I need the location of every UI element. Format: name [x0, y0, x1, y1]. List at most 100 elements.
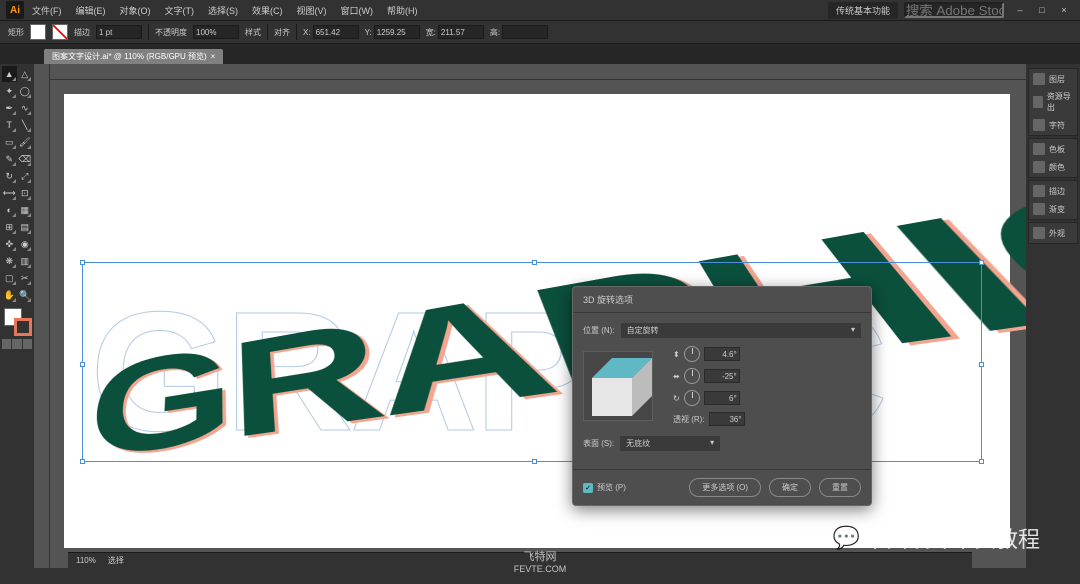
panel-gradient[interactable]: 渐变 — [1031, 201, 1075, 217]
rotate-tool[interactable]: ↻ — [2, 168, 17, 184]
more-options-button[interactable]: 更多选项 (O) — [689, 478, 761, 497]
align-label: 对齐 — [274, 27, 290, 38]
position-select[interactable]: 自定旋转▾ — [621, 323, 861, 338]
eyedropper-tool[interactable]: ✜ — [2, 236, 17, 252]
shape-builder-tool[interactable]: ◐ — [2, 202, 17, 218]
surface-select[interactable]: 无底纹▾ — [620, 436, 720, 451]
y-input[interactable] — [374, 25, 420, 39]
mesh-tool[interactable]: ⊞ — [2, 219, 17, 235]
axis-z-dial[interactable] — [684, 390, 700, 406]
panel-asset-export[interactable]: 资源导出 — [1031, 89, 1075, 115]
close-icon[interactable]: × — [211, 52, 216, 61]
lasso-tool[interactable]: ◯ — [18, 83, 33, 99]
preview-checkbox[interactable]: ✓预览 (P) — [583, 482, 626, 493]
slice-tool[interactable]: ✂ — [18, 270, 33, 286]
style-label: 样式 — [245, 27, 261, 38]
eraser-tool[interactable]: ⌫ — [18, 151, 33, 167]
panel-layers[interactable]: 图层 — [1031, 71, 1075, 87]
zoom-level[interactable]: 110% — [76, 556, 96, 565]
axis-z-input[interactable] — [704, 391, 740, 405]
reset-button[interactable]: 重置 — [819, 478, 861, 497]
stroke-color[interactable] — [14, 318, 32, 336]
chevron-down-icon: ▾ — [710, 438, 714, 449]
ok-button[interactable]: 确定 — [769, 478, 811, 497]
close-button[interactable]: × — [1054, 2, 1074, 18]
zoom-tool[interactable]: 🔍 — [18, 287, 33, 303]
type-tool[interactable]: T — [2, 117, 17, 133]
stroke-weight-input[interactable] — [96, 25, 142, 39]
stroke-swatch[interactable] — [52, 24, 68, 40]
fill-swatch[interactable] — [30, 24, 46, 40]
panel-character[interactable]: 字符 — [1031, 117, 1075, 133]
blend-tool[interactable]: ◉ — [18, 236, 33, 252]
curvature-tool[interactable]: ∿ — [18, 100, 33, 116]
perspective-tool[interactable]: ▦ — [18, 202, 33, 218]
panel-swatches[interactable]: 色板 — [1031, 141, 1075, 157]
magic-wand-tool[interactable]: ✦ — [2, 83, 17, 99]
menu-help[interactable]: 帮助(H) — [381, 2, 424, 19]
gradient-tool[interactable]: ▤ — [18, 219, 33, 235]
symbol-sprayer-tool[interactable]: ❋ — [2, 253, 17, 269]
menu-effect[interactable]: 效果(C) — [246, 2, 289, 19]
handle-s[interactable] — [532, 459, 537, 464]
minimize-button[interactable]: – — [1010, 2, 1030, 18]
handle-w[interactable] — [80, 362, 85, 367]
artboard-tool[interactable]: ▢ — [2, 270, 17, 286]
scale-tool[interactable]: ⤢ — [18, 168, 33, 184]
opacity-input[interactable] — [193, 25, 239, 39]
handle-se[interactable] — [979, 459, 984, 464]
axis-x-dial[interactable] — [684, 346, 700, 362]
pen-tool[interactable]: ✒ — [2, 100, 17, 116]
paintbrush-tool[interactable]: 🖌 — [18, 134, 33, 150]
handle-sw[interactable] — [80, 459, 85, 464]
menu-view[interactable]: 视图(V) — [291, 2, 333, 19]
maximize-button[interactable]: □ — [1032, 2, 1052, 18]
position-label: 位置 (N): — [583, 325, 615, 336]
toolbox: ▲△ ✦◯ ✒∿ T╲ ▭🖌 ✎⌫ ↻⤢ ⟷⊡ ◐▦ ⊞▤ ✜◉ ❋▥ ▢✂ ✋… — [0, 64, 34, 568]
ruler-vertical — [34, 64, 50, 568]
axis-y-dial[interactable] — [684, 368, 700, 384]
menu-object[interactable]: 对象(O) — [114, 2, 157, 19]
menu-file[interactable]: 文件(F) — [26, 2, 68, 19]
axis-z-icon: ↻ — [673, 394, 680, 403]
h-input[interactable] — [502, 25, 548, 39]
menu-select[interactable]: 选择(S) — [202, 2, 244, 19]
handle-e[interactable] — [979, 362, 984, 367]
panel-stroke[interactable]: 描边 — [1031, 183, 1075, 199]
axis-x-input[interactable] — [704, 347, 740, 361]
canvas[interactable]: GRAPHIC GRAPHIC 3D 旋转选项 位置 (N): 自定旋转▾ — [34, 64, 1026, 568]
free-transform-tool[interactable]: ⊡ — [18, 185, 33, 201]
direct-selection-tool[interactable]: △ — [18, 66, 33, 82]
panel-color[interactable]: 颜色 — [1031, 159, 1075, 175]
appearance-icon — [1033, 227, 1045, 239]
w-input[interactable] — [438, 25, 484, 39]
perspective-input[interactable] — [709, 412, 745, 426]
rotation-cube[interactable] — [583, 351, 653, 421]
axis-y-input[interactable] — [704, 369, 740, 383]
width-tool[interactable]: ⟷ — [2, 185, 17, 201]
graph-tool[interactable]: ▥ — [18, 253, 33, 269]
chevron-down-icon: ▾ — [851, 325, 855, 336]
shaper-tool[interactable]: ✎ — [2, 151, 17, 167]
axis-x-icon: ⬍ — [673, 350, 680, 359]
handle-nw[interactable] — [80, 260, 85, 265]
rectangle-tool[interactable]: ▭ — [2, 134, 17, 150]
handle-ne[interactable] — [979, 260, 984, 265]
search-input[interactable] — [904, 2, 1004, 18]
panel-appearance[interactable]: 外观 — [1031, 225, 1075, 241]
menu-window[interactable]: 窗口(W) — [335, 2, 380, 19]
menu-edit[interactable]: 编辑(E) — [70, 2, 112, 19]
stroke-icon — [1033, 185, 1045, 197]
x-input[interactable] — [313, 25, 359, 39]
line-tool[interactable]: ╲ — [18, 117, 33, 133]
menubar: Ai 文件(F) 编辑(E) 对象(O) 文字(T) 选择(S) 效果(C) 视… — [0, 0, 1080, 20]
workspace-switcher[interactable]: 传统基本功能 — [828, 2, 898, 19]
document-tab[interactable]: 图案文字设计.ai* @ 110% (RGB/GPU 预览) × — [44, 49, 223, 64]
menu-type[interactable]: 文字(T) — [159, 2, 201, 19]
handle-n[interactable] — [532, 260, 537, 265]
color-modes[interactable] — [2, 339, 32, 349]
selection-tool[interactable]: ▲ — [2, 66, 17, 82]
hand-tool[interactable]: ✋ — [2, 287, 17, 303]
fill-stroke-swatches[interactable] — [2, 308, 32, 336]
options-bar: 矩形 描边 不透明度 样式 对齐 X: Y: 宽: 高: — [0, 20, 1080, 44]
